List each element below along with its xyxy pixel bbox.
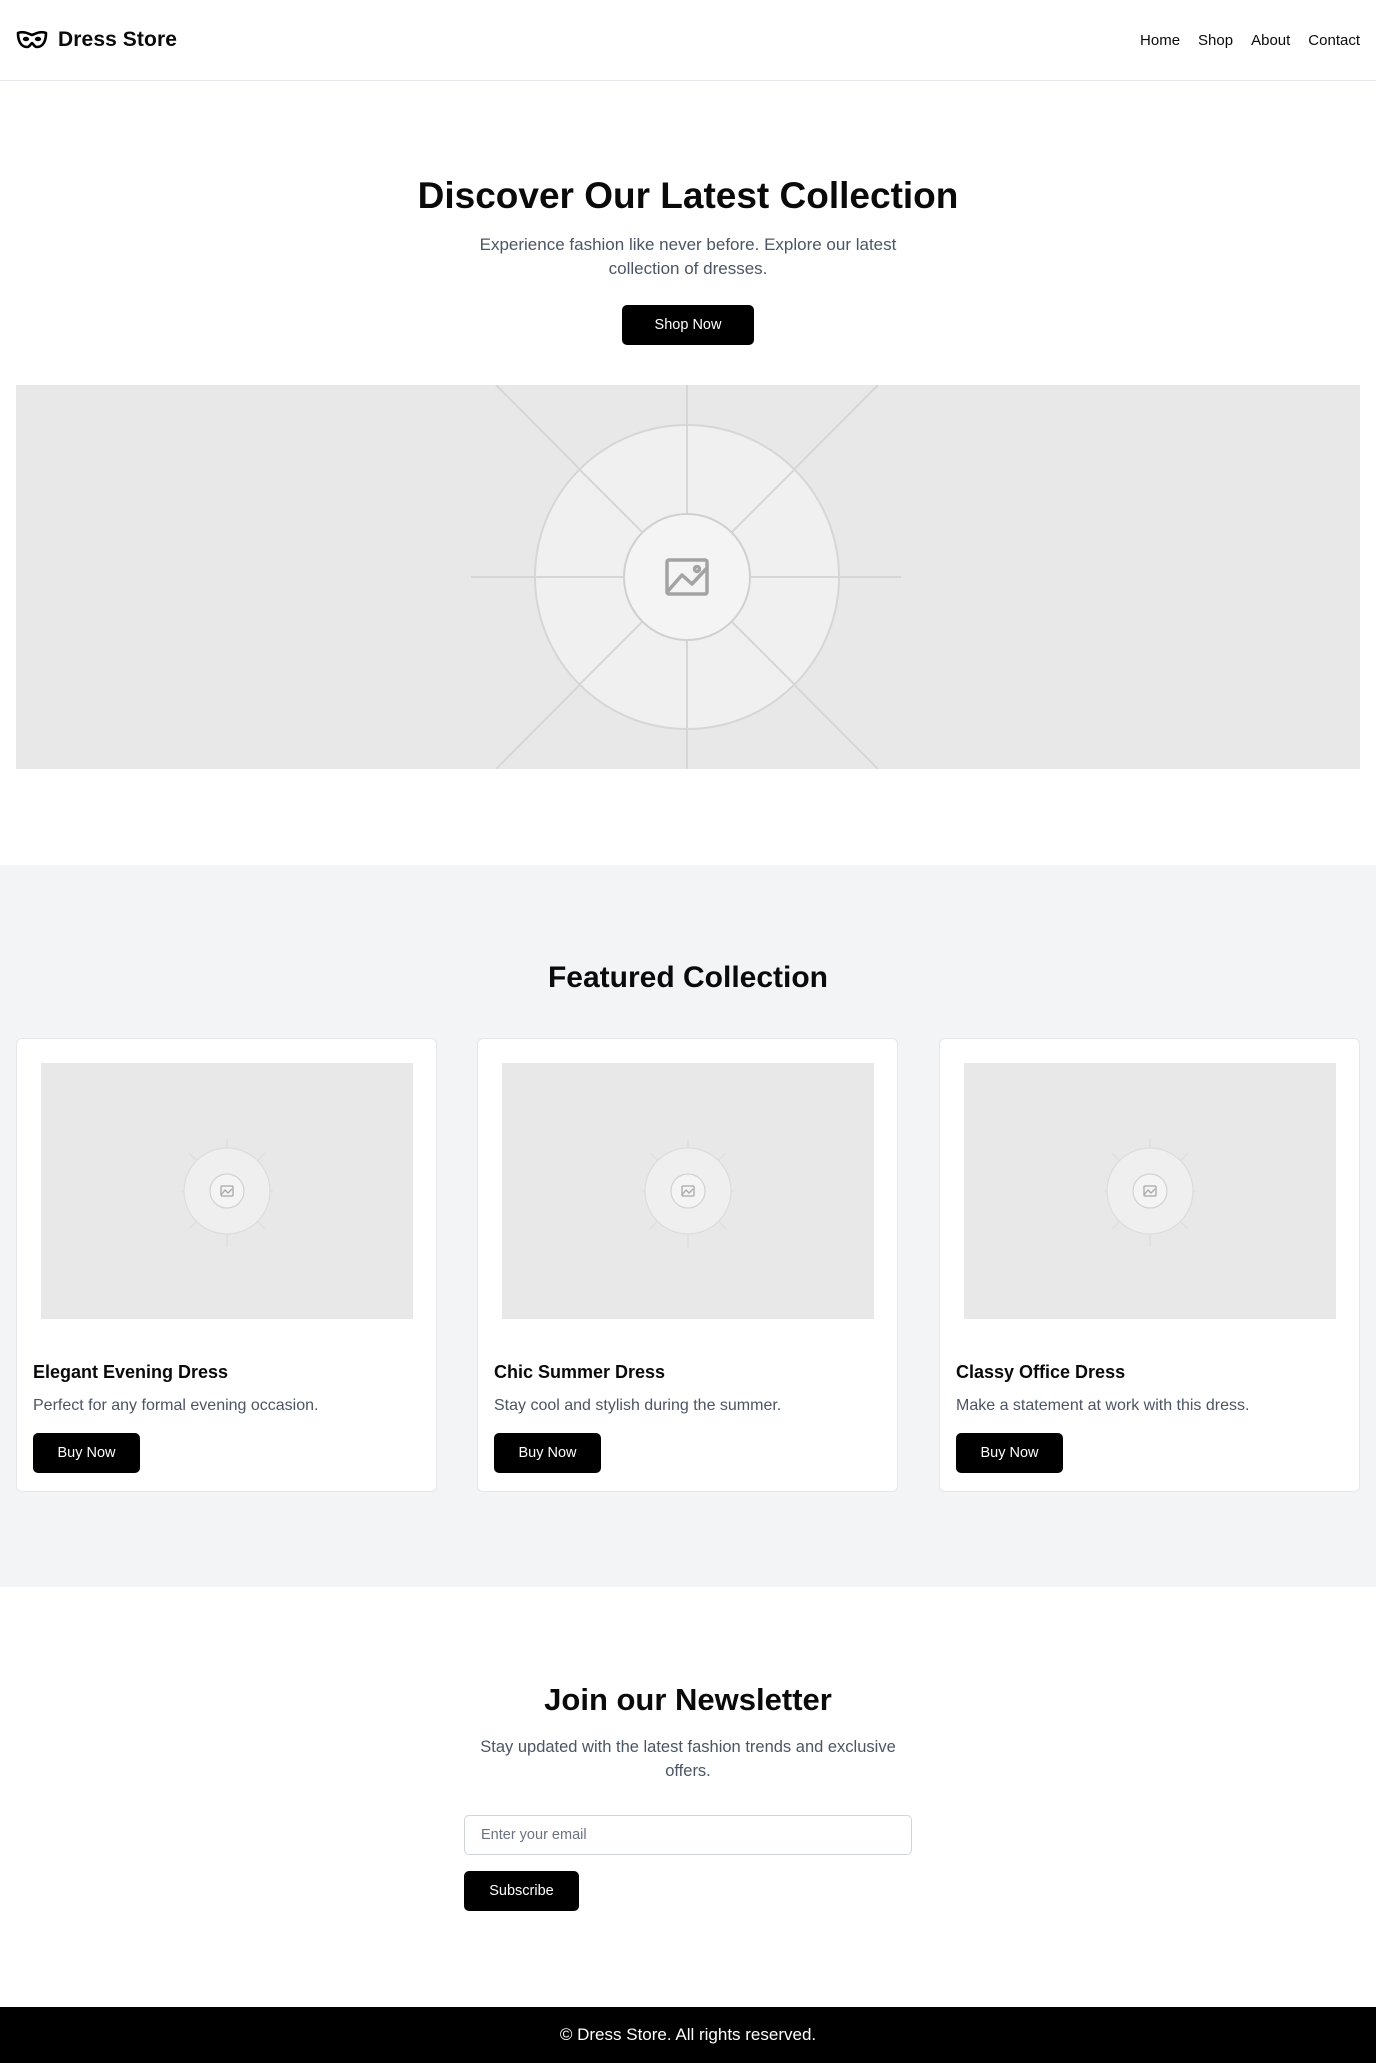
- site-footer: © Dress Store. All rights reserved.: [0, 2007, 1376, 2063]
- product-card: Elegant Evening Dress Perfect for any fo…: [16, 1038, 437, 1492]
- copyright-text: © Dress Store. All rights reserved.: [559, 2025, 817, 2044]
- mask-icon: [16, 30, 48, 49]
- nav-about[interactable]: About: [1251, 32, 1290, 49]
- site-header: Dress Store Home Shop About Contact: [0, 0, 1376, 81]
- product-name: Chic Summer Dress: [494, 1362, 666, 1382]
- image-placeholder-icon: [181, 1139, 273, 1247]
- image-placeholder-icon: [471, 385, 901, 769]
- product-card: Classy Office Dress Make a statement at …: [939, 1038, 1360, 1492]
- nav-contact[interactable]: Contact: [1308, 32, 1360, 49]
- newsletter-subtitle: Stay updated with the latest fashion tre…: [480, 1738, 896, 1780]
- subscribe-button[interactable]: Subscribe: [464, 1871, 579, 1911]
- image-placeholder-icon: [642, 1139, 734, 1247]
- product-description: Stay cool and stylish during the summer.: [494, 1397, 782, 1414]
- product-image[interactable]: [502, 1063, 874, 1319]
- newsletter-title: Join our Newsletter: [544, 1682, 832, 1717]
- shop-now-button[interactable]: Shop Now: [622, 305, 754, 345]
- brand[interactable]: Dress Store: [16, 28, 177, 52]
- email-field[interactable]: [464, 1815, 912, 1855]
- product-description: Make a statement at work with this dress…: [956, 1397, 1250, 1414]
- buy-now-button[interactable]: Buy Now: [33, 1433, 140, 1473]
- hero-title: Discover Our Latest Collection: [417, 175, 959, 216]
- nav-shop[interactable]: Shop: [1198, 32, 1233, 49]
- featured-section: Featured Collection Elegant Evening Dres…: [0, 865, 1376, 1587]
- buy-now-button[interactable]: Buy Now: [494, 1433, 601, 1473]
- product-image[interactable]: [41, 1063, 413, 1319]
- brand-name: Dress Store: [58, 28, 177, 51]
- main-nav: Home Shop About Contact: [1140, 32, 1360, 49]
- nav-home[interactable]: Home: [1140, 32, 1180, 49]
- hero-image: [16, 385, 1360, 769]
- product-description: Perfect for any formal evening occasion.: [33, 1397, 319, 1414]
- featured-title: Featured Collection: [547, 961, 829, 994]
- product-card: Chic Summer Dress Stay cool and stylish …: [477, 1038, 898, 1492]
- hero-subtitle: Experience fashion like never before. Ex…: [479, 235, 897, 278]
- product-image[interactable]: [964, 1063, 1336, 1319]
- product-name: Elegant Evening Dress: [33, 1362, 229, 1382]
- image-placeholder-icon: [1104, 1139, 1196, 1247]
- product-name: Classy Office Dress: [956, 1362, 1126, 1382]
- buy-now-button[interactable]: Buy Now: [956, 1433, 1063, 1473]
